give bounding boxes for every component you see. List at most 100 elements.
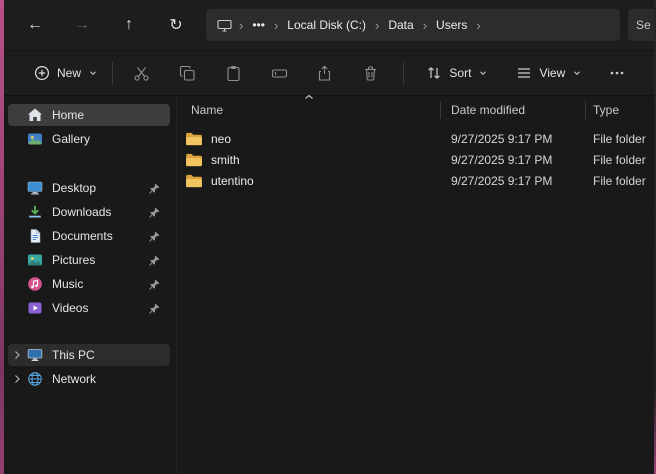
sidebar-item-pictures[interactable]: Pictures bbox=[8, 248, 170, 272]
sort-button[interactable]: Sort bbox=[416, 56, 498, 90]
sidebar-item-gallery[interactable]: Gallery bbox=[8, 128, 170, 150]
file-type: File folder bbox=[586, 174, 654, 188]
file-list: Name Date modified Type bbox=[176, 96, 654, 474]
file-type: File folder bbox=[586, 153, 654, 167]
toolbar-divider bbox=[112, 62, 113, 84]
file-date-modified: 9/27/2025 9:17 PM bbox=[441, 132, 586, 146]
window-edge-accent-left bbox=[0, 0, 4, 474]
view-button-label: View bbox=[539, 66, 565, 80]
search-input[interactable]: Se bbox=[628, 9, 654, 41]
gallery-icon bbox=[26, 131, 44, 147]
new-button-label: New bbox=[57, 66, 81, 80]
sidebar: Home Gallery Des bbox=[4, 96, 176, 474]
sidebar-item-label: Network bbox=[52, 372, 96, 386]
pin-icon bbox=[149, 255, 160, 266]
delete-button[interactable] bbox=[354, 56, 388, 90]
command-bar: New bbox=[4, 50, 654, 96]
music-icon bbox=[26, 276, 44, 292]
file-name-cell: neo bbox=[177, 132, 441, 146]
sidebar-item-label: Music bbox=[52, 277, 83, 291]
view-button[interactable]: View bbox=[506, 56, 592, 90]
sort-arrows-icon bbox=[426, 65, 442, 81]
copy-icon bbox=[179, 65, 196, 82]
sidebar-item-label: Gallery bbox=[52, 132, 90, 146]
chevron-down-icon bbox=[88, 68, 98, 78]
breadcrumb-separator-icon: › bbox=[421, 19, 429, 32]
this-pc-icon bbox=[26, 347, 44, 363]
network-icon bbox=[26, 371, 44, 387]
pin-icon bbox=[149, 207, 160, 218]
breadcrumb-segment-users[interactable]: Users bbox=[429, 13, 474, 37]
file-name-cell: utentino bbox=[177, 174, 441, 188]
breadcrumb-segment-local-disk[interactable]: Local Disk (C:) bbox=[280, 13, 373, 37]
folder-icon bbox=[185, 174, 203, 188]
expand-chevron-icon[interactable] bbox=[8, 350, 26, 360]
breadcrumb-separator-icon: › bbox=[272, 19, 280, 32]
home-icon bbox=[26, 107, 44, 123]
sidebar-section-gap bbox=[8, 320, 170, 344]
column-header-type[interactable]: Type bbox=[586, 101, 654, 119]
refresh-button[interactable]: ↻ bbox=[159, 9, 193, 41]
file-name: utentino bbox=[211, 174, 254, 188]
sidebar-item-videos[interactable]: Videos bbox=[8, 296, 170, 320]
pin-icon bbox=[149, 279, 160, 290]
column-header-label: Name bbox=[191, 103, 223, 117]
sidebar-item-label: Downloads bbox=[52, 205, 111, 219]
column-header-label: Type bbox=[593, 103, 619, 117]
pin-icon bbox=[149, 303, 160, 314]
this-pc-icon bbox=[212, 19, 237, 32]
sidebar-item-network[interactable]: Network bbox=[8, 368, 170, 390]
videos-icon bbox=[26, 300, 44, 316]
column-header-name[interactable]: Name bbox=[177, 101, 441, 119]
share-button[interactable] bbox=[308, 56, 342, 90]
pin-icon bbox=[149, 231, 160, 242]
sidebar-item-this-pc[interactable]: This PC bbox=[8, 344, 170, 366]
file-name: smith bbox=[211, 153, 240, 167]
column-headers: Name Date modified Type bbox=[177, 96, 654, 124]
breadcrumb-separator-icon: › bbox=[474, 19, 482, 32]
address-bar[interactable]: › ••• › Local Disk (C:) › Data › Users › bbox=[206, 9, 620, 41]
sidebar-item-downloads[interactable]: Downloads bbox=[8, 200, 170, 224]
copy-button[interactable] bbox=[171, 56, 205, 90]
sidebar-item-home[interactable]: Home bbox=[8, 104, 170, 126]
sort-ascending-icon bbox=[177, 94, 440, 100]
pin-icon bbox=[149, 183, 160, 194]
file-type: File folder bbox=[586, 132, 654, 146]
file-row-smith[interactable]: smith 9/27/2025 9:17 PM File folder bbox=[177, 149, 654, 170]
sidebar-item-label: This PC bbox=[52, 348, 95, 362]
toolbar-divider bbox=[403, 62, 404, 84]
sidebar-section-gap bbox=[8, 152, 170, 176]
sidebar-item-label: Videos bbox=[52, 301, 88, 315]
forward-button[interactable]: → bbox=[65, 9, 99, 41]
file-rows: neo 9/27/2025 9:17 PM File folder smith … bbox=[177, 128, 654, 191]
file-name-cell: smith bbox=[177, 153, 441, 167]
sidebar-item-label: Desktop bbox=[52, 181, 96, 195]
sidebar-item-music[interactable]: Music bbox=[8, 272, 170, 296]
back-button[interactable]: ← bbox=[18, 9, 52, 41]
sidebar-item-label: Pictures bbox=[52, 253, 95, 267]
sidebar-item-documents[interactable]: Documents bbox=[8, 224, 170, 248]
new-button[interactable]: New bbox=[24, 56, 108, 90]
cut-icon bbox=[133, 65, 150, 82]
plus-circle-icon bbox=[34, 65, 50, 81]
sidebar-item-desktop[interactable]: Desktop bbox=[8, 176, 170, 200]
breadcrumb-overflow-button[interactable]: ••• bbox=[245, 13, 272, 37]
folder-icon bbox=[185, 132, 203, 146]
file-date-modified: 9/27/2025 9:17 PM bbox=[441, 153, 586, 167]
up-button[interactable]: ↑ bbox=[112, 9, 146, 41]
more-options-button[interactable] bbox=[600, 56, 634, 90]
sidebar-item-label: Documents bbox=[52, 229, 113, 243]
file-date-modified: 9/27/2025 9:17 PM bbox=[441, 174, 586, 188]
file-row-neo[interactable]: neo 9/27/2025 9:17 PM File folder bbox=[177, 128, 654, 149]
search-text: Se bbox=[636, 18, 651, 32]
breadcrumb-segment-data[interactable]: Data bbox=[381, 13, 420, 37]
expand-chevron-icon[interactable] bbox=[8, 374, 26, 384]
rename-icon bbox=[271, 65, 288, 82]
rename-button[interactable] bbox=[262, 56, 296, 90]
paste-button[interactable] bbox=[216, 56, 250, 90]
column-header-date-modified[interactable]: Date modified bbox=[441, 101, 586, 119]
file-row-utentino[interactable]: utentino 9/27/2025 9:17 PM File folder bbox=[177, 170, 654, 191]
cut-button[interactable] bbox=[125, 56, 159, 90]
documents-icon bbox=[26, 228, 44, 244]
chevron-down-icon bbox=[478, 68, 488, 78]
